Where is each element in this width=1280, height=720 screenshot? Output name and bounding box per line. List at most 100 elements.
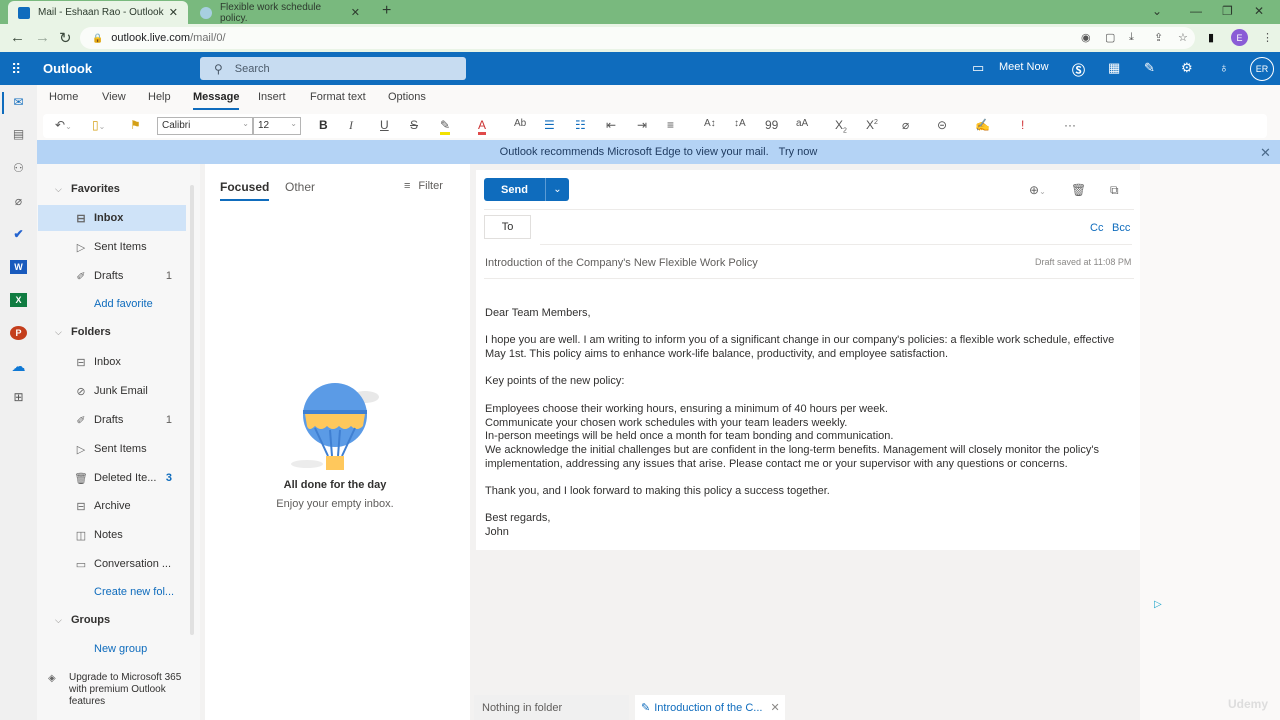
minimize-icon[interactable]: —: [1190, 4, 1202, 18]
settings-gear-icon[interactable]: ⚙: [1181, 60, 1193, 76]
zoom-icon[interactable]: ⊕⌄: [1029, 183, 1046, 197]
pop-out-icon[interactable]: ⧉: [1110, 183, 1119, 198]
mail-icon[interactable]: ✉: [10, 95, 27, 109]
bottom-tab-draft[interactable]: ✎ Introduction of the C... ✕: [635, 695, 785, 720]
superscript-icon[interactable]: X2: [866, 118, 878, 132]
to-button[interactable]: To: [484, 215, 531, 239]
ribbon-tab-options[interactable]: Options: [388, 91, 426, 103]
folder-archive[interactable]: ⊟ Archive: [38, 493, 186, 519]
folder-sent-items[interactable]: ▷ Sent Items: [38, 436, 186, 462]
attachment-icon[interactable]: ⌀: [10, 194, 27, 208]
close-window-icon[interactable]: ✕: [1254, 4, 1264, 18]
back-icon[interactable]: ←: [10, 29, 25, 46]
office-icon[interactable]: ▦: [1108, 60, 1120, 76]
new-tab-button[interactable]: +: [382, 2, 391, 20]
close-tab-icon[interactable]: ✕: [169, 6, 178, 19]
bcc-button[interactable]: Bcc: [1112, 222, 1130, 234]
calendar-icon[interactable]: ▤: [10, 127, 27, 141]
font-family-select[interactable]: Calibri ⌄: [157, 117, 253, 135]
importance-icon[interactable]: !: [1021, 118, 1024, 132]
onedrive-icon[interactable]: ☁: [10, 358, 27, 374]
cc-button[interactable]: Cc: [1090, 222, 1103, 234]
favorite-drafts[interactable]: ✐ Drafts 1: [38, 263, 186, 289]
people-icon[interactable]: ⚇: [10, 161, 27, 175]
folder-junk-email[interactable]: ⊘ Junk Email: [38, 378, 186, 404]
align-icon[interactable]: ≡: [667, 118, 674, 132]
font-size-select[interactable]: 12 ⌄: [253, 117, 301, 135]
share-icon[interactable]: ⇪: [1154, 31, 1163, 44]
highlight-icon[interactable]: ✎: [440, 118, 451, 135]
attach-icon[interactable]: ⌀: [902, 118, 909, 132]
meet-now-button[interactable]: Meet Now: [999, 61, 1049, 73]
undo-icon[interactable]: ↶⌄: [55, 118, 72, 132]
strikethrough-icon[interactable]: S: [410, 118, 418, 132]
tab-focused[interactable]: Focused: [220, 180, 270, 201]
bold-icon[interactable]: B: [319, 118, 328, 132]
word-icon[interactable]: W: [10, 260, 27, 274]
format-painter-icon[interactable]: ⚑: [130, 118, 141, 132]
excel-icon[interactable]: X: [10, 293, 27, 307]
side-panel-icon[interactable]: ▮: [1208, 31, 1214, 44]
decrease-indent-icon[interactable]: ⇤: [606, 118, 616, 132]
browser-profile-avatar[interactable]: E: [1231, 29, 1248, 46]
app-name[interactable]: Outlook: [43, 61, 92, 76]
bullets-icon[interactable]: ☰: [544, 118, 555, 132]
tab-search-icon[interactable]: ⌄: [1152, 4, 1162, 18]
favorites-header[interactable]: ⌵ Favorites: [55, 183, 120, 195]
try-now-link[interactable]: Try now: [779, 146, 818, 158]
bottom-tab-nothing-in-folder[interactable]: Nothing in folder: [474, 695, 629, 720]
new-group-link[interactable]: New group: [94, 643, 147, 655]
close-draft-tab-icon[interactable]: ✕: [770, 701, 779, 714]
browser-menu-icon[interactable]: ⋮: [1262, 31, 1273, 44]
ribbon-tab-format-text[interactable]: Format text: [310, 91, 366, 103]
my-day-icon[interactable]: ✎: [1144, 60, 1155, 76]
filter-button[interactable]: ≡ Filter: [404, 180, 443, 192]
restore-icon[interactable]: ❐: [1222, 4, 1233, 18]
link-icon[interactable]: ⊝: [937, 118, 947, 132]
tracking-icon[interactable]: ◉: [1081, 31, 1091, 44]
install-icon[interactable]: ⤓: [1129, 31, 1134, 44]
browser-tab-policy[interactable]: Flexible work schedule policy. ✕: [190, 1, 370, 24]
folder-drafts[interactable]: ✐ Drafts 1: [38, 407, 186, 433]
ribbon-tab-home[interactable]: Home: [49, 91, 78, 103]
folder-pane-scrollbar[interactable]: [190, 185, 194, 635]
message-body-editor[interactable]: Dear Team Members, I hope you are well. …: [485, 307, 1135, 540]
powerpoint-icon[interactable]: P: [10, 326, 27, 340]
quote-icon[interactable]: 99: [765, 118, 778, 132]
upgrade-prompt[interactable]: ◈ Upgrade to Microsoft 365 with premium …: [48, 672, 188, 708]
subject-input[interactable]: Introduction of the Company's New Flexib…: [485, 257, 758, 269]
folder-inbox[interactable]: ⊟ Inbox: [38, 349, 186, 375]
italic-icon[interactable]: I: [349, 118, 353, 133]
video-camera-icon[interactable]: ▭: [972, 60, 984, 76]
numbering-icon[interactable]: ☷: [575, 118, 586, 132]
send-button[interactable]: Send: [484, 178, 545, 201]
increase-indent-icon[interactable]: ⇥: [637, 118, 647, 132]
more-options-icon[interactable]: ···: [1064, 118, 1076, 132]
subscript-icon[interactable]: X2: [835, 118, 847, 134]
clipboard-icon[interactable]: ▢: [1105, 31, 1115, 44]
skype-icon[interactable]: Ⓢ: [1072, 60, 1085, 79]
line-spacing-icon[interactable]: A↕: [704, 118, 716, 129]
search-input[interactable]: ⚲ Search: [200, 57, 466, 80]
create-new-folder-link[interactable]: Create new fol...: [94, 586, 174, 598]
todo-check-icon[interactable]: ✔: [10, 227, 27, 241]
folders-header[interactable]: ⌵ Folders: [55, 326, 111, 338]
folder-deleted-items[interactable]: 🗑 Deleted Ite... 3: [38, 465, 186, 491]
ribbon-tab-insert[interactable]: Insert: [258, 91, 286, 103]
tab-other[interactable]: Other: [285, 180, 315, 194]
reload-icon[interactable]: ↻: [59, 29, 72, 47]
paragraph-spacing-icon[interactable]: ↕A: [734, 118, 746, 129]
user-avatar[interactable]: ER: [1250, 57, 1274, 81]
signature-icon[interactable]: ✍: [975, 118, 990, 132]
send-options-chevron-icon[interactable]: ⌄: [545, 178, 569, 201]
tips-lightbulb-icon[interactable]: ♁: [1219, 60, 1229, 75]
add-favorite-link[interactable]: Add favorite: [94, 298, 153, 310]
ad-choices-icon[interactable]: ▷: [1154, 599, 1162, 610]
groups-header[interactable]: ⌵ Groups: [55, 614, 110, 626]
browser-tab-outlook[interactable]: Mail - Eshaan Rao - Outlook ✕: [8, 1, 188, 24]
change-case-icon[interactable]: aA: [796, 118, 808, 129]
folder-notes[interactable]: ◫ Notes: [38, 522, 186, 548]
clear-formatting-icon[interactable]: Ab: [514, 118, 526, 129]
discard-trash-icon[interactable]: 🗑: [1071, 183, 1086, 197]
ribbon-tab-message[interactable]: Message: [193, 91, 240, 110]
